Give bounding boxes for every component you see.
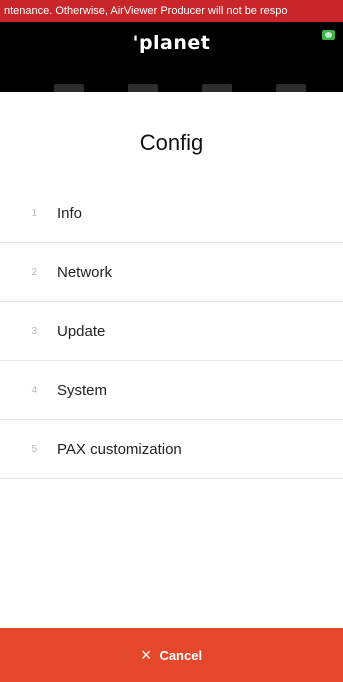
menu-item-info[interactable]: 1 Info	[0, 184, 343, 243]
header-tab-2[interactable]	[128, 84, 158, 92]
config-menu: 1 Info 2 Network 3 Update 4 System 5 PAX…	[0, 184, 343, 479]
menu-item-label: System	[57, 381, 108, 399]
menu-item-number: 3	[31, 325, 37, 337]
header-tab-1[interactable]	[54, 84, 84, 92]
warning-banner: ntenance. Otherwise, AirViewer Producer …	[0, 0, 343, 22]
menu-item-label: Info	[57, 204, 83, 222]
menu-item-number: 1	[31, 207, 37, 219]
close-icon: ×	[140, 645, 152, 665]
menu-item-update[interactable]: 3 Update	[0, 302, 343, 361]
menu-item-number: 2	[31, 266, 37, 278]
menu-item-network[interactable]: 2 Network	[0, 243, 343, 302]
menu-item-number: 5	[31, 443, 37, 455]
page-title: Config	[139, 130, 204, 155]
app-header: 'planet	[0, 22, 343, 92]
header-tab-3[interactable]	[202, 84, 232, 92]
menu-item-number: 4	[31, 384, 37, 396]
menu-item-label: Update	[57, 322, 106, 340]
menu-item-system[interactable]: 4 System	[0, 361, 343, 420]
monitor-icon[interactable]	[322, 30, 335, 40]
menu-item-label: PAX customization	[57, 440, 182, 458]
menu-item-label: Network	[57, 263, 113, 281]
header-tab-4[interactable]	[276, 84, 306, 92]
planet-logo: 'planet	[132, 32, 211, 54]
cancel-label: Cancel	[159, 647, 203, 663]
cancel-button[interactable]: × Cancel	[0, 628, 343, 682]
menu-item-pax-customization[interactable]: 5 PAX customization	[0, 420, 343, 479]
